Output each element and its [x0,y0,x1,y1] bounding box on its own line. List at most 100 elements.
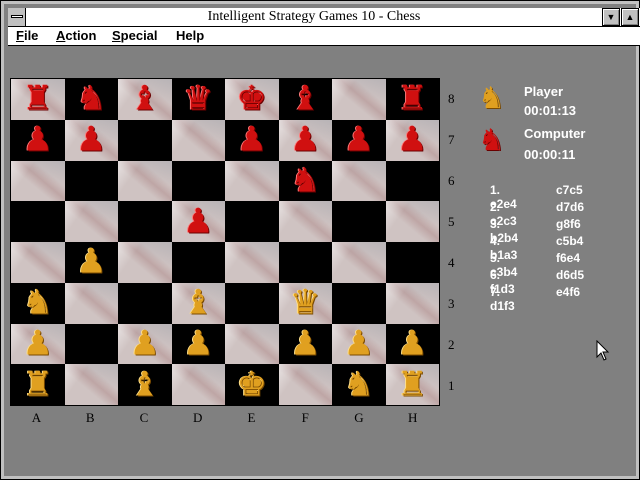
square-b7[interactable]: ♟ [64,119,118,161]
gold-knight-icon[interactable]: ♞ [23,285,53,319]
square-b8[interactable]: ♞ [64,79,118,120]
gold-rook-icon[interactable]: ♜ [23,367,53,401]
system-menu-button[interactable] [8,8,26,26]
minimize-button[interactable]: ▼ [602,8,620,26]
square-f2[interactable]: ♟ [278,323,332,365]
menu-action[interactable]: Action [56,28,96,43]
square-e5[interactable] [225,201,279,242]
square-b5[interactable] [64,201,118,242]
red-queen-icon[interactable]: ♛ [183,82,213,116]
gold-pawn-icon[interactable]: ♟ [76,245,106,279]
red-pawn-icon[interactable]: ♟ [76,122,106,156]
gold-queen-icon[interactable]: ♛ [290,285,320,319]
square-g1[interactable]: ♞ [332,364,386,405]
square-e4[interactable] [225,242,279,283]
square-e3[interactable] [225,282,279,324]
red-bishop-icon[interactable]: ♝ [290,82,320,116]
square-e7[interactable]: ♟ [225,119,279,161]
square-a4[interactable] [11,242,65,283]
gold-bishop-icon[interactable]: ♝ [183,285,213,319]
gold-king-icon[interactable]: ♚ [237,367,267,401]
square-a7[interactable]: ♟ [11,119,65,161]
square-f4[interactable] [278,242,332,283]
square-g8[interactable] [332,79,386,120]
maximize-button[interactable]: ▲ [621,8,639,26]
square-f5[interactable] [278,201,332,242]
square-d3[interactable]: ♝ [171,282,225,324]
title-bar[interactable]: Intelligent Strategy Games 10 - Chess ▼ … [8,8,640,27]
red-rook-icon[interactable]: ♜ [23,82,53,116]
red-knight-icon[interactable]: ♞ [76,82,106,116]
square-d5[interactable]: ♟ [171,201,225,242]
red-knight-icon[interactable]: ♞ [290,163,320,197]
square-d8[interactable]: ♛ [171,79,225,120]
square-c1[interactable]: ♝ [118,364,172,405]
square-b4[interactable]: ♟ [64,242,118,283]
gold-pawn-icon[interactable]: ♟ [23,326,53,360]
square-c5[interactable] [118,201,172,242]
square-h6[interactable] [385,160,439,202]
gold-pawn-icon[interactable]: ♟ [344,326,374,360]
red-pawn-icon[interactable]: ♟ [397,122,427,156]
square-a6[interactable] [11,160,65,202]
square-e6[interactable] [225,160,279,202]
gold-pawn-icon[interactable]: ♟ [130,326,160,360]
square-a2[interactable]: ♟ [11,323,65,365]
red-pawn-icon[interactable]: ♟ [23,122,53,156]
red-bishop-icon[interactable]: ♝ [130,82,160,116]
red-pawn-icon[interactable]: ♟ [237,122,267,156]
square-c8[interactable]: ♝ [118,79,172,120]
gold-pawn-icon[interactable]: ♟ [397,326,427,360]
square-h3[interactable] [385,282,439,324]
square-e2[interactable] [225,323,279,365]
red-pawn-icon[interactable]: ♟ [344,122,374,156]
square-g4[interactable] [332,242,386,283]
square-d6[interactable] [171,160,225,202]
square-f1[interactable] [278,364,332,405]
red-pawn-icon[interactable]: ♟ [290,122,320,156]
square-d1[interactable] [171,364,225,405]
red-pawn-icon[interactable]: ♟ [183,204,213,238]
menu-special[interactable]: Special [112,28,158,43]
square-h4[interactable] [385,242,439,283]
square-a8[interactable]: ♜ [11,79,65,120]
red-king-icon[interactable]: ♚ [237,82,267,116]
square-d7[interactable] [171,119,225,161]
square-e1[interactable]: ♚ [225,364,279,405]
square-c7[interactable] [118,119,172,161]
square-f6[interactable]: ♞ [278,160,332,202]
square-b6[interactable] [64,160,118,202]
square-g3[interactable] [332,282,386,324]
gold-rook-icon[interactable]: ♜ [397,367,427,401]
square-b1[interactable] [64,364,118,405]
square-d2[interactable]: ♟ [171,323,225,365]
menu-help[interactable]: Help [176,28,204,43]
square-f7[interactable]: ♟ [278,119,332,161]
square-f3[interactable]: ♛ [278,282,332,324]
square-g5[interactable] [332,201,386,242]
square-h2[interactable]: ♟ [385,323,439,365]
chess-board[interactable]: ♜ ♞ ♝ ♛ ♚ ♝ ♜ ♟ ♟ ♟ ♟ ♟ ♟ ♞ ♟ ♟ ♞ ♝ ♛ ♟ ♟ ♟ ♟ ♟ ♟ ♜ ♝ ♚ ♞ ♜ [10,78,440,406]
square-c2[interactable]: ♟ [118,323,172,365]
menu-file[interactable]: File [16,28,38,43]
square-b3[interactable] [64,282,118,324]
square-g2[interactable]: ♟ [332,323,386,365]
square-h1[interactable]: ♜ [385,364,439,405]
square-a1[interactable]: ♜ [11,364,65,405]
square-f8[interactable]: ♝ [278,79,332,120]
square-g6[interactable] [332,160,386,202]
gold-pawn-icon[interactable]: ♟ [290,326,320,360]
square-h5[interactable] [385,201,439,242]
red-rook-icon[interactable]: ♜ [397,82,427,116]
gold-knight-icon[interactable]: ♞ [344,367,374,401]
square-g7[interactable]: ♟ [332,119,386,161]
square-a5[interactable] [11,201,65,242]
gold-pawn-icon[interactable]: ♟ [183,326,213,360]
square-h8[interactable]: ♜ [385,79,439,120]
square-c4[interactable] [118,242,172,283]
square-a3[interactable]: ♞ [11,282,65,324]
square-h7[interactable]: ♟ [385,119,439,161]
square-c3[interactable] [118,282,172,324]
square-d4[interactable] [171,242,225,283]
square-e8[interactable]: ♚ [225,79,279,120]
